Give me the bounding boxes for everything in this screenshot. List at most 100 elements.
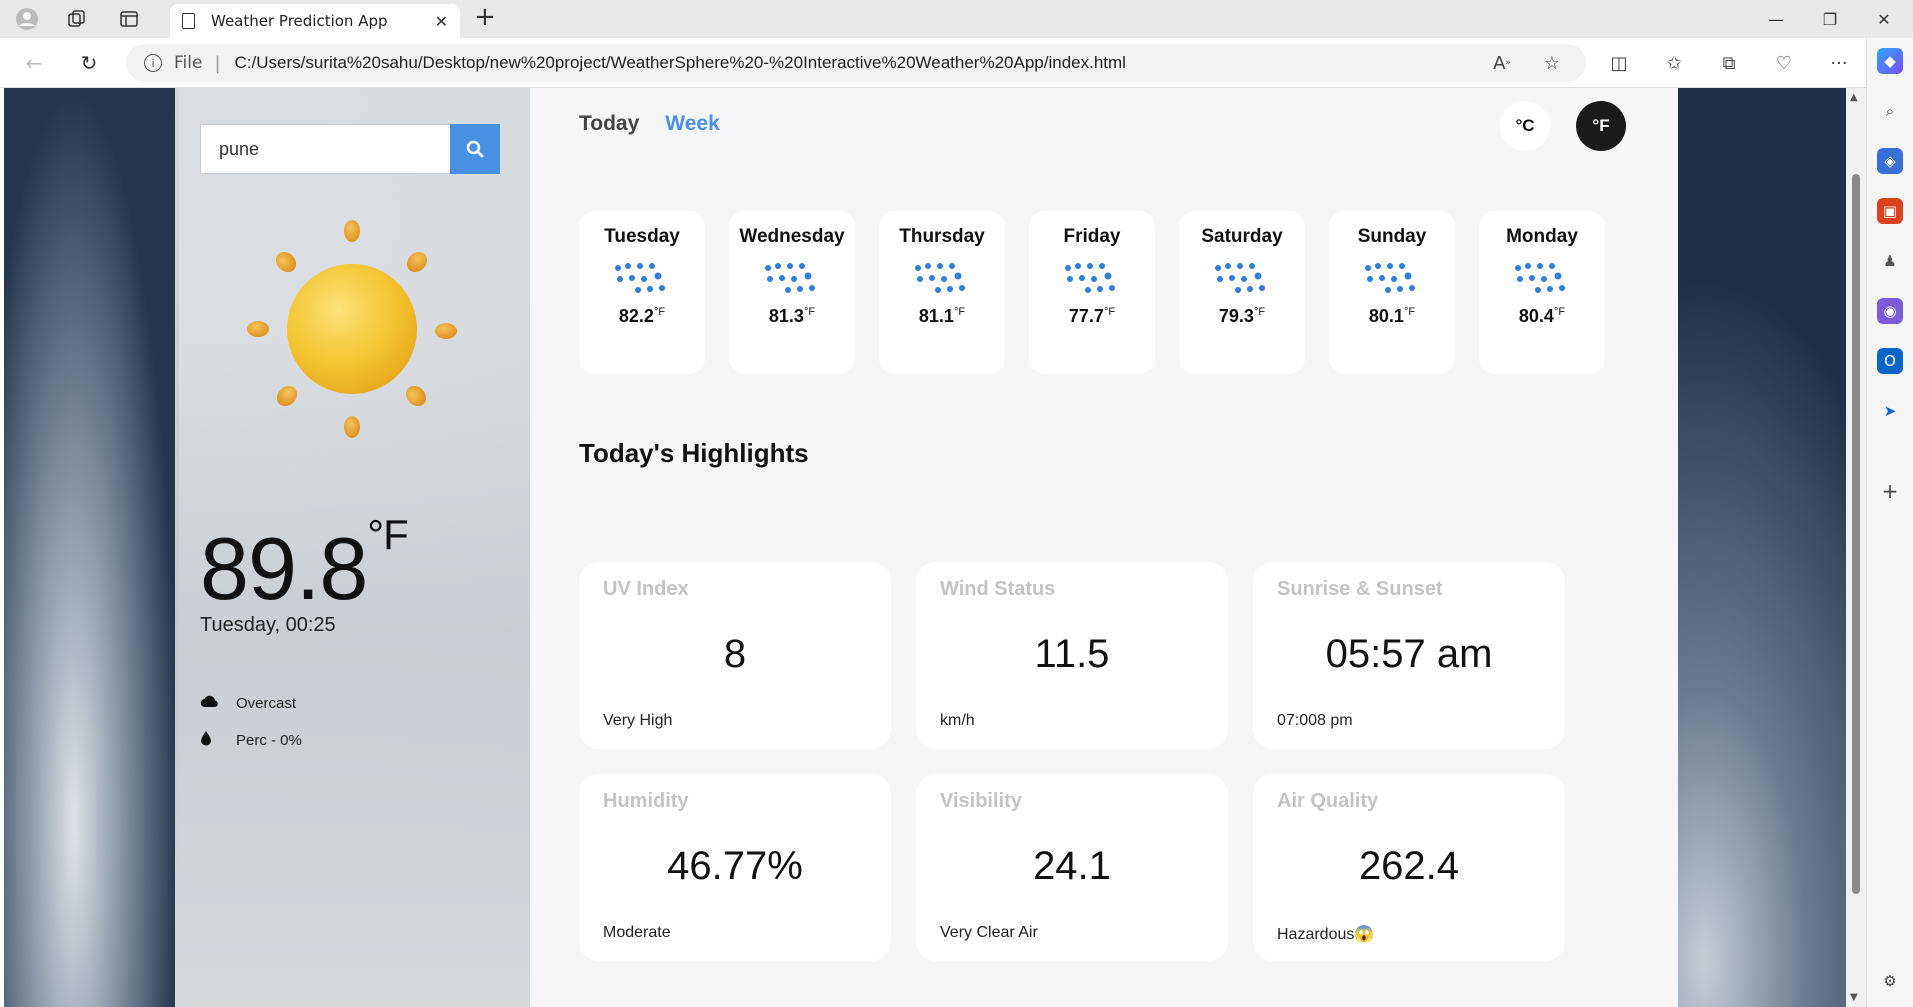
minimize-icon[interactable]: — [1749, 0, 1803, 38]
cloud-icon [200, 694, 236, 712]
sun-icon [247, 220, 457, 438]
more-options-icon[interactable]: ··· [1822, 46, 1856, 80]
wind-status-card: Wind Status 11.5 km/h [916, 562, 1228, 749]
droplet-icon [200, 730, 236, 750]
refresh-icon[interactable]: ↻ [72, 46, 106, 80]
forecast-day: Saturday [1201, 226, 1283, 247]
sunrise-sunset-card: Sunrise & Sunset 05:57 am 07:008 pm [1253, 562, 1565, 749]
card-title: Humidity [603, 790, 689, 812]
highlights-grid: UV Index 8 Very High Wind Status 11.5 km… [579, 562, 1565, 961]
forecast-card: Wednesday 81.3°F [729, 211, 855, 374]
profile-icon[interactable] [8, 0, 46, 38]
close-tab-icon[interactable]: ✕ [435, 12, 448, 31]
forecast-tabs: Today Week [579, 112, 720, 136]
outlook-icon[interactable]: O [1877, 348, 1903, 374]
fahrenheit-button[interactable]: °F [1576, 101, 1626, 151]
browser-essentials-icon[interactable]: ♡ [1767, 46, 1801, 80]
browser-tab-bar: Weather Prediction App ✕ + — ❐ ✕ [0, 0, 1913, 38]
celsius-button[interactable]: °C [1500, 101, 1550, 151]
address-bar[interactable]: i File | C:/Users/surita%20sahu/Desktop/… [126, 44, 1586, 82]
favorites-list-icon[interactable]: ✩ [1657, 46, 1691, 80]
search-sidebar-icon[interactable]: ⌕ [1877, 98, 1903, 124]
scroll-up-icon[interactable]: ▲ [1850, 92, 1858, 103]
forecast-day: Sunday [1357, 226, 1427, 247]
search-form [200, 124, 500, 174]
url-scheme: File [174, 53, 203, 73]
condition-row: Overcast [200, 694, 296, 712]
card-value: 8 [723, 632, 747, 676]
rain-icon [915, 263, 965, 293]
card-title: Air Quality [1277, 790, 1379, 812]
highlights-title: Today's Highlights [579, 438, 809, 468]
current-weather-panel: 89.8°F Tuesday, 00:25 Overcast Perc - 0% [175, 88, 530, 1007]
url-text[interactable]: C:/Users/surita%20sahu/Desktop/new%20pro… [235, 53, 1126, 73]
send-icon[interactable]: ➤ [1877, 398, 1903, 424]
edge-sidebar: ◆ ⌕ ◈ ▣ ♟ ◉ O ➤ + ⚙ [1866, 38, 1913, 1007]
rain-icon [1365, 263, 1415, 293]
shopping-icon[interactable]: ◈ [1877, 148, 1903, 174]
favorite-icon[interactable]: ☆ [1535, 46, 1569, 80]
card-value: 24.1 [1033, 844, 1111, 888]
card-value: 11.5 [1034, 632, 1110, 676]
main-content: Today Week °C °F Tuesday 82.2°F Wednesda… [530, 88, 1678, 1007]
copilot-icon[interactable]: ◆ [1877, 48, 1903, 74]
card-title: Visibility [940, 790, 1022, 812]
read-aloud-icon[interactable]: A» [1485, 46, 1519, 80]
tab-week[interactable]: Week [665, 112, 719, 136]
search-icon [466, 140, 484, 158]
new-tab-icon[interactable]: + [474, 2, 496, 32]
card-title: Sunrise & Sunset [1277, 578, 1443, 600]
temperature-unit: °F [367, 510, 408, 558]
restore-icon[interactable]: ❐ [1803, 0, 1857, 38]
back-icon[interactable]: ← [17, 46, 51, 80]
forecast-card: Saturday 79.3°F [1179, 211, 1305, 374]
card-value: 05:57 am [1325, 632, 1493, 676]
sky-background-left [4, 88, 179, 1007]
search-button[interactable] [450, 124, 500, 174]
forecast-card: Monday 80.4°F [1479, 211, 1605, 374]
games-icon[interactable]: ♟ [1877, 248, 1903, 274]
page-viewport: 89.8°F Tuesday, 00:25 Overcast Perc - 0%… [4, 88, 1846, 1007]
forecast-day: Wednesday [739, 226, 845, 247]
rain-icon [1215, 263, 1265, 293]
tab-title: Weather Prediction App [211, 12, 388, 30]
close-window-icon[interactable]: ✕ [1857, 0, 1911, 38]
humidity-card: Humidity 46.77% Moderate [579, 774, 891, 961]
precipitation-row: Perc - 0% [200, 730, 302, 750]
air-quality-card: Air Quality 262.4 Hazardous😱 [1253, 774, 1565, 961]
info-icon[interactable]: i [144, 54, 162, 72]
card-value: 262.4 [1358, 844, 1460, 888]
page-scrollbar[interactable]: ▲ ▼ [1846, 88, 1866, 1007]
forecast-temp: 79.3°F [1218, 306, 1266, 326]
document-icon [182, 13, 195, 29]
forecast-temp: 80.1°F [1368, 306, 1416, 326]
current-temperature: 89.8°F [200, 510, 409, 618]
scroll-thumb[interactable] [1852, 174, 1860, 894]
visibility-card: Visibility 24.1 Very Clear Air [916, 774, 1228, 961]
browser-tab[interactable]: Weather Prediction App ✕ [170, 4, 460, 38]
forecast-day: Friday [1063, 226, 1121, 247]
forecast-day: Monday [1506, 226, 1578, 247]
tools-icon[interactable]: ▣ [1877, 198, 1903, 224]
card-status: Moderate [603, 924, 671, 941]
collections-icon[interactable]: ⧉ [1712, 46, 1746, 80]
card-title: UV Index [603, 578, 689, 600]
rain-icon [1065, 263, 1115, 293]
forecast-day: Thursday [899, 226, 985, 247]
rain-icon [1515, 263, 1565, 293]
scroll-down-icon[interactable]: ▼ [1850, 992, 1858, 1003]
tab-today[interactable]: Today [579, 112, 639, 136]
divider [200, 665, 500, 666]
microsoft365-icon[interactable]: ◉ [1877, 298, 1903, 324]
forecast-card: Sunday 80.1°F [1329, 211, 1455, 374]
forecast-temp: 77.7°F [1068, 306, 1116, 326]
split-screen-icon[interactable]: ◫ [1602, 46, 1636, 80]
settings-icon[interactable]: ⚙ [1877, 968, 1903, 994]
workspaces-icon[interactable] [58, 0, 96, 38]
current-datetime: Tuesday, 00:25 [200, 614, 336, 636]
add-sidebar-icon[interactable]: + [1877, 478, 1903, 504]
tab-actions-icon[interactable] [110, 0, 148, 38]
search-input[interactable] [200, 124, 450, 174]
forecast-temp: 81.1°F [918, 306, 966, 326]
address-bar-row: ← ↻ i File | C:/Users/surita%20sahu/Desk… [0, 38, 1913, 88]
